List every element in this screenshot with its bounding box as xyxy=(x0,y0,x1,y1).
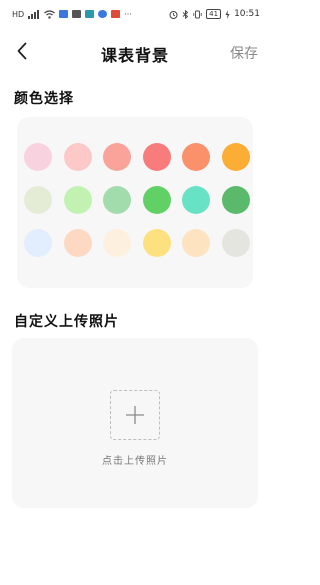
upload-photo-button[interactable] xyxy=(110,390,160,440)
color-swatch[interactable] xyxy=(182,143,210,171)
navigation-bar: 课表背景 保存 xyxy=(0,34,270,70)
color-swatch[interactable] xyxy=(142,186,171,214)
color-swatch[interactable] xyxy=(63,143,92,171)
bluetooth-icon xyxy=(182,9,189,19)
plus-icon xyxy=(126,406,144,424)
color-swatch[interactable] xyxy=(24,229,52,257)
color-section-title: 颜色选择 xyxy=(14,91,74,107)
app-notification-icon xyxy=(59,10,69,18)
color-swatch[interactable] xyxy=(142,229,171,257)
more-notifications-icon: ··· xyxy=(124,9,132,19)
status-bar-left: HD ··· xyxy=(12,9,132,19)
color-swatch[interactable] xyxy=(221,186,250,214)
status-time: 10:51 xyxy=(234,9,260,19)
hd-icon: HD xyxy=(12,9,25,19)
custom-upload-section-title: 自定义上传照片 xyxy=(14,314,119,330)
app-notification-icon xyxy=(72,10,82,18)
color-swatch[interactable] xyxy=(182,186,210,214)
status-bar-right: 41 10:51 xyxy=(169,9,260,19)
alarm-icon xyxy=(169,10,178,19)
color-swatch[interactable] xyxy=(182,229,210,257)
color-swatch[interactable] xyxy=(221,229,250,257)
upload-hint: 点击上传照片 xyxy=(102,456,168,467)
color-swatch[interactable] xyxy=(63,229,92,257)
color-swatch[interactable] xyxy=(103,186,131,214)
save-button[interactable]: 保存 xyxy=(230,43,258,63)
charging-icon xyxy=(225,9,230,19)
color-swatch[interactable] xyxy=(103,143,131,171)
color-swatch[interactable] xyxy=(24,143,52,171)
color-palette xyxy=(17,117,253,288)
upload-card: 点击上传照片 xyxy=(12,338,258,508)
color-swatch[interactable] xyxy=(103,229,131,257)
battery-level: 41 xyxy=(206,9,222,19)
color-swatch[interactable] xyxy=(142,143,171,171)
app-notification-icon xyxy=(98,10,108,18)
color-swatch[interactable] xyxy=(24,186,52,214)
app-notification-icon xyxy=(111,10,121,18)
color-swatch[interactable] xyxy=(221,143,250,171)
vibrate-icon xyxy=(193,10,202,18)
app-notification-icon xyxy=(85,10,95,18)
signal-icon xyxy=(28,9,40,19)
color-swatch[interactable] xyxy=(63,186,92,214)
wifi-icon xyxy=(44,9,56,19)
status-bar: HD ··· 41 10:51 xyxy=(0,0,270,28)
